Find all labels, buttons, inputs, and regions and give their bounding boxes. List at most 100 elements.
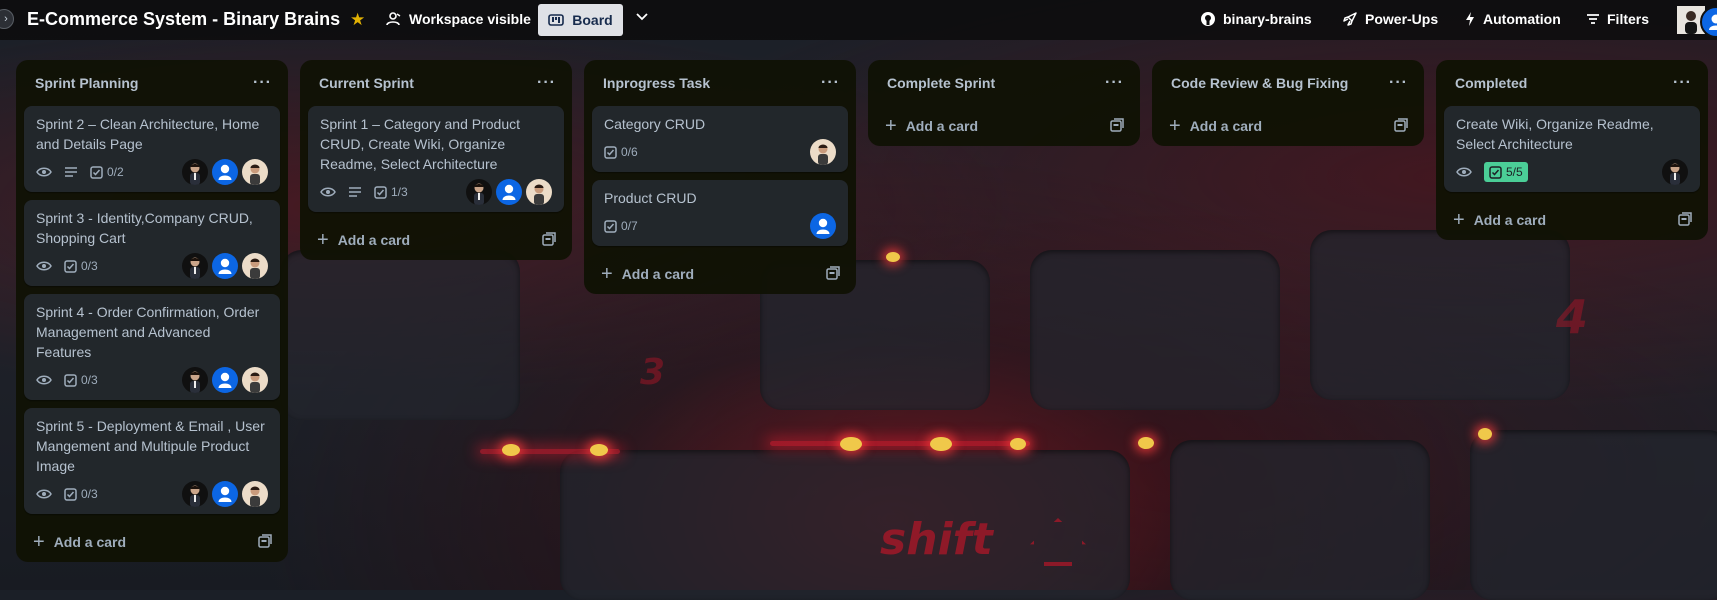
member-avatar[interactable] — [810, 139, 836, 165]
add-card-label: Add a card — [338, 232, 410, 248]
add-card-button[interactable]: +Add a card — [1160, 106, 1416, 146]
list-title[interactable]: Current Sprint — [319, 75, 414, 91]
member-avatar[interactable] — [242, 253, 268, 279]
card-title: Sprint 5 - Deployment & Email , User Man… — [36, 416, 268, 476]
list-menu-button[interactable]: ··· — [537, 74, 556, 92]
list-header[interactable]: Current Sprint ··· — [308, 60, 564, 106]
member-avatar[interactable] — [810, 213, 836, 239]
member-avatar[interactable] — [466, 179, 492, 205]
checklist-icon — [64, 374, 77, 387]
card-members — [466, 179, 552, 205]
list: Current Sprint ··· Sprint 1 – Category and… — [300, 60, 572, 260]
list-title[interactable]: Inprogress Task — [603, 75, 710, 91]
create-from-template-icon[interactable] — [258, 534, 272, 551]
eye-icon — [36, 374, 52, 386]
star-icon[interactable]: ★ — [350, 10, 365, 30]
member-avatar[interactable] — [212, 367, 238, 393]
card-badges: 0/6 — [604, 145, 638, 159]
checklist-badge: 0/3 — [64, 373, 98, 387]
automation-button[interactable]: Automation — [1464, 11, 1561, 27]
card-footer: 0/7 — [604, 212, 836, 240]
member-avatar[interactable] — [1662, 159, 1688, 185]
list-header[interactable]: Inprogress Task ··· — [592, 60, 848, 106]
key-digit-3: 3 — [640, 352, 665, 393]
member-avatar[interactable] — [496, 179, 522, 205]
list-menu-button[interactable]: ··· — [253, 74, 272, 92]
ellipsis-icon: ··· — [1673, 74, 1692, 91]
member-avatar[interactable] — [242, 481, 268, 507]
checklist-count: 0/3 — [81, 373, 98, 387]
list-title[interactable]: Complete Sprint — [887, 75, 995, 91]
checklist-badge: 5/5 — [1484, 162, 1528, 182]
card[interactable]: Product CRUD0/7 — [592, 180, 848, 246]
list-title[interactable]: Code Review & Bug Fixing — [1171, 75, 1348, 91]
github-button[interactable]: binary-brains — [1200, 11, 1312, 27]
list-menu-button[interactable]: ··· — [1105, 74, 1124, 92]
add-card-button[interactable]: +Add a card — [876, 106, 1132, 146]
member-avatar[interactable] — [212, 253, 238, 279]
board-icon — [548, 13, 564, 27]
member-avatar[interactable] — [242, 159, 268, 185]
power-ups-button[interactable]: Power-Ups — [1342, 11, 1438, 27]
plus-icon: + — [1453, 210, 1465, 230]
card[interactable]: Sprint 5 - Deployment & Email , User Man… — [24, 408, 280, 514]
card-members — [810, 213, 836, 239]
add-card-label: Add a card — [1190, 118, 1262, 134]
plus-icon: + — [33, 532, 45, 552]
list-menu-button[interactable]: ··· — [1673, 74, 1692, 92]
add-card-button[interactable]: +Add a card — [308, 220, 564, 260]
list-title[interactable]: Sprint Planning — [35, 75, 138, 91]
member-avatar[interactable] — [242, 367, 268, 393]
shift-key-label: shift — [880, 514, 993, 565]
create-from-template-icon[interactable] — [1678, 212, 1692, 229]
list-menu-button[interactable]: ··· — [1389, 74, 1408, 92]
member-avatar[interactable] — [182, 481, 208, 507]
create-from-template-icon[interactable] — [826, 266, 840, 283]
create-from-template-icon[interactable] — [1394, 118, 1408, 135]
automation-label: Automation — [1483, 11, 1561, 27]
card[interactable]: Sprint 1 – Category and Product CRUD, Cr… — [308, 106, 564, 212]
list-title[interactable]: Completed — [1455, 75, 1527, 91]
add-card-button[interactable]: +Add a card — [1444, 200, 1700, 240]
add-card-button[interactable]: +Add a card — [592, 254, 848, 294]
create-from-template-icon[interactable] — [542, 232, 556, 249]
filters-button[interactable]: Filters — [1586, 11, 1649, 27]
card-title: Sprint 3 - Identity,Company CRUD, Shoppi… — [36, 208, 268, 248]
people-icon — [386, 11, 402, 27]
member-avatar[interactable] — [182, 253, 208, 279]
card[interactable]: Sprint 3 - Identity,Company CRUD, Shoppi… — [24, 200, 280, 286]
board-view-label: Board — [572, 12, 612, 28]
member-avatar[interactable] — [212, 481, 238, 507]
card-badges: 0/7 — [604, 219, 638, 233]
card-title: Sprint 1 – Category and Product CRUD, Cr… — [320, 114, 552, 174]
lightning-icon — [1464, 11, 1476, 27]
chevron-down-icon[interactable] — [634, 8, 650, 29]
ellipsis-icon: ··· — [537, 74, 556, 91]
expand-sidebar-button[interactable]: › — [0, 9, 14, 29]
visibility-button[interactable]: Workspace visible — [386, 11, 531, 27]
card[interactable]: Category CRUD 0/6 — [592, 106, 848, 172]
member-avatar[interactable] — [1700, 6, 1717, 38]
card[interactable]: Create Wiki, Organize Readme, Select Arc… — [1444, 106, 1700, 192]
card[interactable]: Sprint 2 – Clean Architecture, Home and … — [24, 106, 280, 192]
list-header[interactable]: Complete Sprint ··· — [876, 60, 1132, 106]
member-avatar[interactable] — [182, 159, 208, 185]
checklist-badge: 1/3 — [374, 185, 408, 199]
card-members — [182, 253, 268, 279]
board-title[interactable]: E-Commerce System - Binary Brains — [27, 9, 340, 30]
checklist-badge: 0/3 — [64, 487, 98, 501]
board-view-button[interactable]: Board — [538, 4, 623, 36]
card-badges: 0/3 — [36, 373, 98, 387]
checklist-icon — [604, 220, 617, 233]
list-header[interactable]: Completed ··· — [1444, 60, 1700, 106]
create-from-template-icon[interactable] — [1110, 118, 1124, 135]
card[interactable]: Sprint 4 - Order Confirmation, Order Man… — [24, 294, 280, 400]
list-header[interactable]: Code Review & Bug Fixing ··· — [1160, 60, 1416, 106]
member-avatar[interactable] — [526, 179, 552, 205]
add-card-button[interactable]: +Add a card — [24, 522, 280, 562]
member-avatar[interactable] — [182, 367, 208, 393]
member-avatar[interactable] — [212, 159, 238, 185]
list-header[interactable]: Sprint Planning ··· — [24, 60, 280, 106]
list-menu-button[interactable]: ··· — [821, 74, 840, 92]
card-title: Category CRUD — [604, 114, 836, 134]
